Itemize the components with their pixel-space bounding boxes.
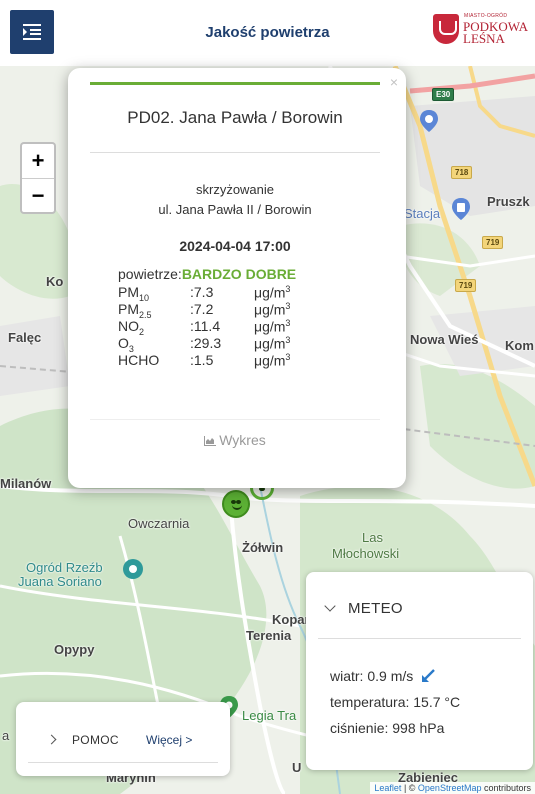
osm-link[interactable]: OpenStreetMap bbox=[418, 783, 482, 793]
measurement-name: O3 bbox=[118, 335, 134, 354]
map-label-legia: Legia Tra bbox=[242, 708, 297, 723]
help-more-link[interactable]: Więcej > bbox=[146, 733, 192, 747]
map-label-zolwin: Żółwin bbox=[242, 540, 284, 555]
pressure-value: ciśnienie: 998 hPa bbox=[330, 720, 445, 736]
map-label-kom: Kom bbox=[505, 338, 534, 353]
measurement-datetime: 2024-04-04 17:00 bbox=[179, 238, 291, 254]
map-label-a: a bbox=[2, 728, 10, 743]
help-panel: POMOC Więcej > bbox=[16, 702, 230, 776]
wind-row: wiatr: 0.9 m/s bbox=[330, 668, 435, 684]
map-label-las: Las bbox=[362, 530, 383, 545]
measurement-name: NO2 bbox=[118, 318, 145, 337]
divider bbox=[90, 152, 380, 153]
map-label-ko: Ko bbox=[46, 274, 64, 289]
chevron-right-icon[interactable] bbox=[46, 734, 57, 745]
map-label-ogrod-1: Ogród Rzeźb bbox=[26, 560, 103, 575]
meteo-toggle[interactable]: METEO bbox=[324, 600, 403, 617]
meteo-panel: METEO wiatr: 0.9 m/s temperatura: 15.7 °… bbox=[306, 572, 533, 770]
quality-color-bar bbox=[90, 82, 380, 85]
zoom-in-button[interactable]: + bbox=[22, 144, 54, 178]
chart-button-label: Wykres bbox=[219, 432, 266, 448]
map-label-milanow: Milanów bbox=[0, 476, 52, 491]
measurement-name: HCHO bbox=[118, 352, 160, 368]
road-shield-719b: 719 bbox=[455, 279, 477, 292]
temperature-value: temperatura: 15.7 °C bbox=[330, 694, 461, 710]
map-label-ogrod-2: Juana Soriano bbox=[18, 574, 102, 589]
map-label-falec: Falęc bbox=[8, 330, 42, 345]
help-label[interactable]: POMOC bbox=[72, 733, 119, 747]
station-description-line2: ul. Jana Pawła II / Borowin bbox=[158, 202, 312, 217]
station-popup: × PD02. Jana Pawła / Borowin skrzyżowani… bbox=[68, 68, 406, 488]
fuel-pin-icon bbox=[452, 198, 470, 220]
leaflet-link[interactable]: Leaflet bbox=[374, 783, 401, 793]
wind-direction-icon bbox=[422, 669, 435, 682]
map-label-stacja: Stacja bbox=[404, 206, 441, 221]
zoom-out-button[interactable]: − bbox=[22, 178, 54, 212]
attribution-contributors: contributors bbox=[481, 783, 531, 793]
wind-value: wiatr: 0.9 m/s bbox=[330, 668, 414, 684]
divider bbox=[318, 638, 521, 639]
measurement-unit: μg/m3 bbox=[254, 335, 291, 352]
station-title: PD02. Jana Pawła / Borowin bbox=[127, 108, 343, 127]
measurement-value: :7.2 bbox=[190, 301, 214, 317]
city-logo[interactable]: MIASTO-OGRÓD PODKOWA LEŚNA bbox=[433, 10, 535, 56]
map-label-mlochowski: Młochowski bbox=[332, 546, 400, 561]
measurement-value: :7.3 bbox=[190, 284, 214, 300]
measurement-value: :29.3 bbox=[190, 335, 222, 351]
map-label-terenia: Terenia bbox=[246, 628, 292, 643]
popup-close-button[interactable]: × bbox=[390, 74, 398, 90]
measurement-unit: μg/m3 bbox=[254, 318, 291, 335]
road-shield-e30: E30 bbox=[432, 88, 455, 101]
measurement-value: :11.4 bbox=[190, 318, 221, 334]
air-quality-row: powietrze:BARDZO DOBRE bbox=[118, 266, 296, 282]
map-label-u: U bbox=[292, 760, 302, 775]
map-attribution: Leaflet | © OpenStreetMap contributors bbox=[370, 782, 535, 794]
air-quality-label: powietrze bbox=[118, 266, 178, 282]
measurement-name: PM2.5 bbox=[118, 301, 152, 320]
shop-pin-icon bbox=[420, 110, 438, 132]
divider bbox=[90, 419, 380, 420]
measurement-value: :1.5 bbox=[190, 352, 214, 368]
logo-text: PODKOWA LEŚNA bbox=[463, 19, 528, 46]
chevron-down-icon bbox=[324, 600, 336, 612]
meteo-title: METEO bbox=[348, 600, 403, 617]
measurement-unit: μg/m3 bbox=[254, 284, 291, 301]
air-quality-value: BARDZO DOBRE bbox=[181, 266, 297, 282]
map-label-nowa-wies: Nowa Wieś bbox=[410, 332, 479, 347]
measurement-unit: μg/m3 bbox=[254, 352, 291, 369]
chart-button[interactable]: Wykres bbox=[90, 432, 380, 452]
popup-content: PD02. Jana Pawła / Borowin skrzyżowanie … bbox=[90, 82, 382, 474]
app-header: Jakość powietrza MIASTO-OGRÓD PODKOWA LE… bbox=[0, 0, 535, 66]
measurement-name: PM10 bbox=[118, 284, 150, 303]
map-label-opypy: Opypy bbox=[54, 642, 95, 657]
zoom-control: + − bbox=[20, 142, 56, 214]
chart-icon bbox=[204, 436, 217, 446]
station-marker-good[interactable] bbox=[222, 490, 250, 518]
station-description-line1: skrzyżowanie bbox=[195, 182, 275, 197]
map-label-pruszkow: Pruszk bbox=[487, 194, 530, 209]
road-shield-718: 718 bbox=[451, 166, 473, 179]
attribution-separator: | © bbox=[401, 783, 418, 793]
divider bbox=[28, 762, 218, 763]
map-label-owczarnia: Owczarnia bbox=[128, 516, 190, 531]
road-shield-719: 719 bbox=[482, 236, 504, 249]
park-icon[interactable] bbox=[122, 558, 144, 580]
crest-icon bbox=[433, 14, 459, 44]
measurement-unit: μg/m3 bbox=[254, 301, 291, 318]
